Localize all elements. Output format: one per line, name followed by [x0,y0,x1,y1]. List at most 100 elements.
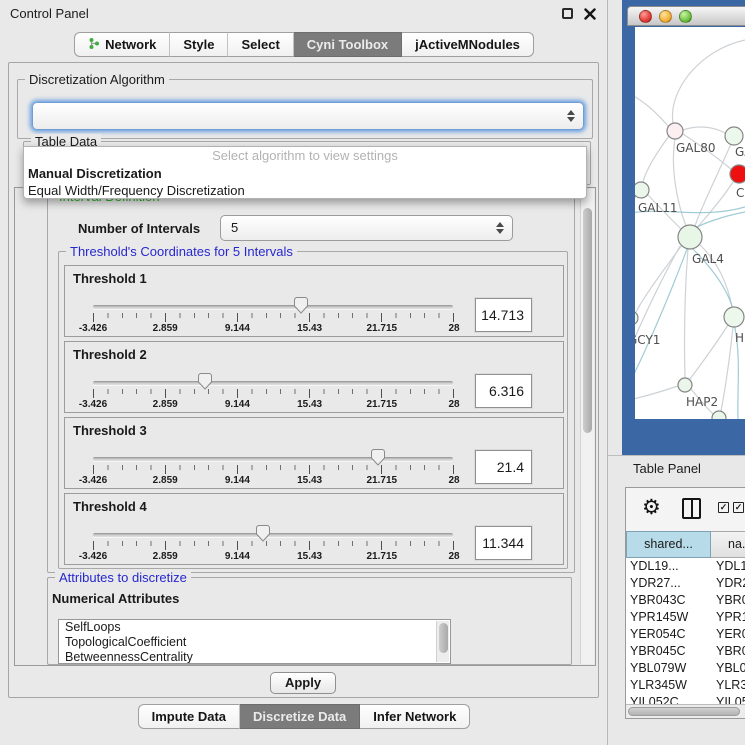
slider-tick-labels: -3.4262.8599.14415.4321.71528 [93,551,454,564]
tab-network[interactable]: Network [74,32,170,57]
horizontal-scrollbar[interactable] [626,704,745,718]
slider-track[interactable] [93,381,453,385]
numerical-attributes-list[interactable]: SelfLoopsTopologicalCoefficientBetweenne… [58,619,451,664]
threshold-slider[interactable]: -3.4262.8599.14415.4321.71528 [93,448,454,492]
table-row[interactable]: YDR27...YDR27 [626,575,745,592]
right-column: GAL80GALCGAL11GAL4GCY1HHAP2 Table Panel … [608,0,745,745]
slider-track[interactable] [93,457,453,461]
slider-ticks [93,465,454,474]
table-row[interactable]: YBL079WYBL079W [626,660,745,677]
column-header-shared-name[interactable]: shared... [626,531,711,558]
tab-jactivemnodules[interactable]: jActiveMNodules [402,32,534,57]
table-row[interactable]: YBR043CYBR043C [626,592,745,609]
threshold-slider[interactable]: -3.4262.8599.14415.4321.71528 [93,372,454,416]
table-row[interactable]: YIL052CYIL052C [626,694,745,704]
scrollbar-thumb[interactable] [439,623,448,653]
column-header-name[interactable]: na... [711,531,745,558]
tab-infer-network[interactable]: Infer Network [360,704,470,729]
network-node[interactable] [678,225,702,249]
table-row[interactable]: YPR145WYPR145W [626,609,745,626]
tab-label: Network [105,37,156,52]
threshold-value-field[interactable]: 14.713 [475,298,532,332]
gear-icon[interactable]: ⚙ [642,495,661,521]
network-node[interactable] [730,165,745,183]
divider [608,455,745,456]
slider-thumb[interactable] [371,449,386,466]
threshold-coordinates-group: Threshold's Coordinates for 5 Intervals … [58,251,568,569]
network-edge [695,144,731,226]
network-node[interactable] [678,378,692,392]
attribute-item[interactable]: TopologicalCoefficient [59,635,450,650]
algorithm-combobox[interactable] [32,102,584,130]
float-window-icon[interactable] [562,8,573,19]
slider-track[interactable] [93,533,453,537]
node-label: GCY1 [635,333,660,347]
attributes-group: Attributes to discretize Numerical Attri… [47,577,572,665]
popup-option-manual-discretization[interactable]: Manual Discretization [24,165,586,182]
close-traffic-light[interactable] [639,10,652,23]
table-row[interactable]: YER054CYER054C [626,626,745,643]
network-edge [683,127,725,133]
table-row[interactable]: YDL19...YDL19 [626,558,745,575]
tab-impute-data[interactable]: Impute Data [138,704,240,729]
close-icon[interactable] [584,7,596,19]
table-rows: YDL19...YDL19YDR27...YDR27YBR043CYBR043C… [626,558,745,704]
apply-button[interactable]: Apply [270,672,336,694]
tab-select[interactable]: Select [228,32,293,57]
network-canvas[interactable]: GAL80GALCGAL11GAL4GCY1HHAP2 [635,27,745,419]
threshold-value-field[interactable]: 21.4 [475,450,532,484]
network-node[interactable] [725,127,743,145]
slider-tick-labels: -3.4262.8599.14415.4321.71528 [93,323,454,336]
network-node[interactable] [635,182,649,198]
vertical-scrollbar[interactable] [580,189,594,664]
network-node[interactable] [667,123,683,139]
node-label: GAL4 [692,252,724,266]
threshold-slider[interactable]: -3.4262.8599.14415.4321.71528 [93,296,454,340]
slider-track[interactable] [93,305,453,309]
table-panel-title: Table Panel [633,461,701,476]
network-edge [721,327,733,411]
network-node[interactable] [724,307,744,327]
threshold-slider[interactable]: -3.4262.8599.14415.4321.71528 [93,524,454,568]
tab-cyni-toolbox[interactable]: Cyni Toolbox [294,32,402,57]
network-node[interactable] [712,411,726,419]
split-columns-icon[interactable] [682,498,701,519]
list-scrollbar[interactable] [436,621,449,662]
panel-title: Control Panel [10,6,89,21]
threshold-1-row: Threshold 1 -3.4262.8599.14415.4321.7152… [64,265,564,337]
minimize-traffic-light[interactable] [659,10,672,23]
tab-discretize-data[interactable]: Discretize Data [240,704,360,729]
network-node[interactable] [635,311,638,325]
table-row[interactable]: YBR045CYBR045C [626,643,745,660]
slider-thumb[interactable] [255,525,270,542]
stepper-icon [567,110,575,122]
attribute-item[interactable]: BetweennessCentrality [59,650,450,664]
threshold-2-row: Threshold 2 -3.4262.8599.14415.4321.7152… [64,341,564,413]
threshold-value-field[interactable]: 6.316 [475,374,532,408]
tab-label: Impute Data [152,709,226,724]
tab-label: Discretize Data [253,709,346,724]
control-panel: Control Panel Network Style Select Cyni … [0,0,608,745]
interval-definition-group: Interval Definition Number of Intervals … [47,196,575,573]
table-row[interactable]: YLR345WYLR345W [626,677,745,694]
checkbox-icon[interactable]: ✓ [733,502,744,513]
stepper-icon [496,222,504,234]
group-label: Threshold's Coordinates for 5 Intervals [66,244,297,259]
slider-thumb[interactable] [294,297,309,314]
network-window-titlebar[interactable] [627,6,745,26]
network-edge [672,40,745,123]
node-label: GAL11 [638,201,677,215]
threshold-label: Threshold 2 [73,347,147,362]
popup-option-equal-width-frequency[interactable]: Equal Width/Frequency Discretization [24,182,586,199]
scrollbar-thumb[interactable] [583,208,592,433]
threshold-value-field[interactable]: 11.344 [475,526,532,560]
zoom-traffic-light[interactable] [679,10,692,23]
tab-style[interactable]: Style [170,32,228,57]
scrollbar-thumb[interactable] [628,707,740,716]
checkbox-icon[interactable]: ✓ [718,502,729,513]
slider-thumb[interactable] [197,373,212,390]
number-of-intervals-combobox[interactable]: 5 [220,215,513,241]
attribute-item[interactable]: SelfLoops [59,620,450,635]
network-window: GAL80GALCGAL11GAL4GCY1HHAP2 [622,0,745,455]
tab-label: Cyni Toolbox [307,37,388,52]
